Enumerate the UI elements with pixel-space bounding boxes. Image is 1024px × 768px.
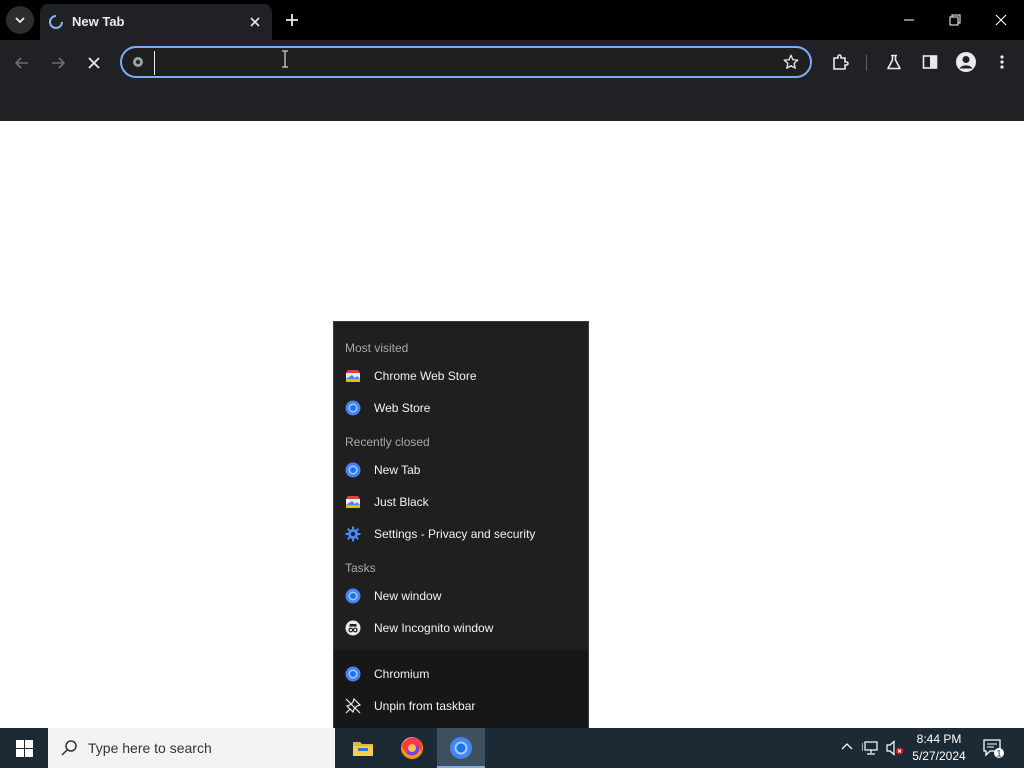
chromium-icon xyxy=(345,462,361,478)
taskbar-app-chromium[interactable] xyxy=(437,728,485,768)
jumplist-item-label: Settings - Privacy and security xyxy=(374,527,536,541)
taskbar-app-file-explorer[interactable] xyxy=(339,728,387,768)
taskbar-jump-list: Most visited Chrome Web Store Web Store … xyxy=(333,321,589,729)
chromium-icon xyxy=(345,400,361,416)
chevron-up-icon[interactable] xyxy=(840,740,854,754)
new-tab-button[interactable] xyxy=(280,8,304,32)
jumplist-item-settings-privacy[interactable]: Settings - Privacy and security xyxy=(334,518,588,550)
file-explorer-icon xyxy=(352,739,374,757)
network-icon[interactable] xyxy=(862,740,880,756)
taskbar-app-firefox[interactable] xyxy=(388,728,436,768)
browser-toolbar xyxy=(0,40,1024,121)
text-cursor-icon xyxy=(280,50,290,68)
title-bar: New Tab xyxy=(0,0,1024,40)
side-panel-icon xyxy=(922,54,938,70)
section-header-recently-closed: Recently closed xyxy=(345,435,430,449)
side-panel-button[interactable] xyxy=(916,48,944,76)
search-icon xyxy=(60,739,78,757)
bookmark-star-icon[interactable] xyxy=(782,53,800,71)
search-placeholder: Type here to search xyxy=(88,740,212,756)
jumplist-item-unpin[interactable]: Unpin from taskbar xyxy=(334,690,588,722)
jumplist-item-label: Web Store xyxy=(374,401,431,415)
forward-button[interactable] xyxy=(44,49,72,77)
windows-logo-icon xyxy=(15,739,33,757)
jumplist-item-just-black[interactable]: Just Black xyxy=(334,486,588,518)
jumplist-item-new-window[interactable]: New window xyxy=(334,580,588,612)
toolbar-divider xyxy=(866,55,867,71)
start-button[interactable] xyxy=(0,728,48,768)
profile-button[interactable] xyxy=(952,48,980,76)
jumplist-item-web-store[interactable]: Web Store xyxy=(334,392,588,424)
clock-time: 8:44 PM xyxy=(916,732,962,746)
more-vert-icon xyxy=(994,54,1010,70)
jumplist-item-label: New window xyxy=(374,589,442,603)
chromium-icon xyxy=(449,736,473,760)
labs-button[interactable] xyxy=(880,48,908,76)
notification-center-icon[interactable]: 1 xyxy=(982,738,1004,758)
system-clock[interactable]: 8:44 PM 5/27/2024 xyxy=(904,731,974,765)
section-header-tasks: Tasks xyxy=(345,561,376,575)
jumplist-item-label: Chromium xyxy=(374,667,430,681)
stop-loading-button[interactable] xyxy=(80,49,108,77)
jumplist-item-chromium[interactable]: Chromium xyxy=(334,658,588,690)
back-button[interactable] xyxy=(8,49,36,77)
jumplist-item-label: Just Black xyxy=(374,495,429,509)
jumplist-item-chrome-web-store[interactable]: Chrome Web Store xyxy=(334,360,588,392)
menu-button[interactable] xyxy=(988,48,1016,76)
jumplist-app-section: Chromium Unpin from taskbar xyxy=(334,650,588,729)
jumplist-item-label: Chrome Web Store xyxy=(374,369,477,383)
taskbar-search-box[interactable]: Type here to search xyxy=(48,728,335,768)
jumplist-item-label: New Tab xyxy=(374,463,421,477)
section-header-most-visited: Most visited xyxy=(345,341,409,355)
unpin-icon xyxy=(345,698,361,714)
address-input[interactable] xyxy=(154,51,761,75)
restore-button[interactable] xyxy=(932,0,978,40)
tab-new-tab[interactable]: New Tab xyxy=(40,4,272,40)
flask-icon xyxy=(886,54,902,70)
close-window-button[interactable] xyxy=(978,0,1024,40)
webstore-icon xyxy=(345,494,361,510)
firefox-icon xyxy=(400,736,424,760)
jumplist-item-label: New Incognito window xyxy=(374,621,494,635)
jumplist-item-new-tab[interactable]: New Tab xyxy=(334,454,588,486)
chevron-down-icon xyxy=(14,14,26,26)
windows-taskbar: Type here to search 8:44 PM 5/27/2024 1 xyxy=(0,728,1024,768)
tab-search-button[interactable] xyxy=(6,6,34,34)
speaker-muted-icon[interactable] xyxy=(886,740,904,756)
jumplist-item-new-incognito-window[interactable]: New Incognito window xyxy=(334,612,588,644)
address-bar[interactable] xyxy=(120,46,812,78)
gear-icon xyxy=(345,526,361,542)
puzzle-icon xyxy=(831,53,849,71)
chromium-icon xyxy=(345,588,361,604)
extensions-button[interactable] xyxy=(826,48,854,76)
tab-title: New Tab xyxy=(72,14,125,29)
clock-date: 5/27/2024 xyxy=(912,749,966,763)
jumplist-item-label: Unpin from taskbar xyxy=(374,699,476,713)
notification-count: 1 xyxy=(996,748,1001,758)
close-tab-button[interactable] xyxy=(246,13,264,31)
incognito-icon xyxy=(345,620,361,636)
chromium-icon xyxy=(345,666,361,682)
avatar-icon xyxy=(955,51,977,73)
minimize-button[interactable] xyxy=(886,0,932,40)
chromium-page-icon xyxy=(130,54,146,70)
webstore-icon xyxy=(345,368,361,384)
loading-spinner-icon xyxy=(48,14,64,30)
